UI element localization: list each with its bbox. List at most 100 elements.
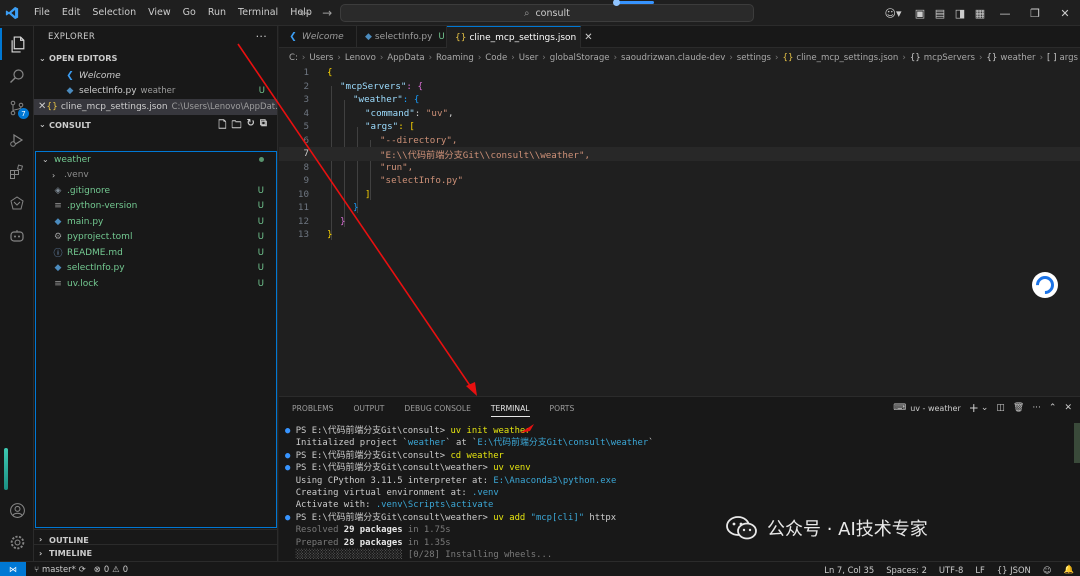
terminal-output[interactable]: ● PS E:\代码前端分支Git\consult> uv init weath… xyxy=(285,425,654,561)
minimize-icon[interactable]: — xyxy=(990,7,1020,20)
open-editor-item[interactable]: ✕ {} cline_mcp_settings.json C:\Users\Le… xyxy=(34,99,277,115)
open-editor-item[interactable]: ◆ selectInfo.py weather U xyxy=(34,84,277,100)
tree-folder[interactable]: › .venv xyxy=(36,168,276,184)
folder-header[interactable]: ⌄ CONSULT 🗋 🗀 ↻ ⧉ xyxy=(34,115,277,135)
copilot-status-icon[interactable]: ☺ xyxy=(1043,565,1052,575)
tree-item[interactable]: ⚙ pyproject.toml U xyxy=(36,230,276,246)
tree-item[interactable]: ≡ uv.lock U xyxy=(36,276,276,292)
tab-selectinfo[interactable]: ◆ selectInfo.py U xyxy=(357,26,447,48)
code-token: : [ xyxy=(398,121,415,133)
code-editor[interactable]: 1 { 2 "mcpServers": { 3 "weather": { 4 "… xyxy=(279,66,1080,396)
extensions-icon[interactable] xyxy=(0,156,34,188)
run-debug-icon[interactable] xyxy=(0,124,34,156)
problems-indicator[interactable]: ⊗ 0 ⚠ 0 xyxy=(94,564,128,574)
terminal-scrollbar[interactable] xyxy=(1074,423,1080,463)
new-terminal-icon[interactable]: + xyxy=(969,401,979,415)
manage-gear-icon[interactable] xyxy=(0,526,34,558)
menu-run[interactable]: Run xyxy=(202,0,232,26)
toggle-sidebar-icon[interactable]: ▣ xyxy=(910,7,930,20)
new-folder-icon[interactable]: 🗀 xyxy=(231,118,241,135)
close-icon[interactable]: ✕ xyxy=(38,101,46,112)
encoding[interactable]: UTF-8 xyxy=(939,565,963,575)
tree-item[interactable]: ◈ .gitignore U xyxy=(36,183,276,199)
tab-cline-mcp-settings[interactable]: {} cline_mcp_settings.json ✕ xyxy=(447,26,593,48)
indentation[interactable]: Spaces: 2 xyxy=(886,565,927,575)
breadcrumb-item[interactable]: cline_mcp_settings.json xyxy=(796,53,898,63)
more-actions-icon[interactable]: ··· xyxy=(256,30,267,43)
refresh-icon[interactable]: ↻ xyxy=(246,118,254,135)
breadcrumb-item[interactable]: args xyxy=(1059,53,1078,63)
chevron-right-icon: › xyxy=(301,52,306,63)
tree-item-label: pyproject.toml xyxy=(67,232,133,243)
breadcrumb-item[interactable]: settings xyxy=(737,53,771,63)
cursor-position[interactable]: Ln 7, Col 35 xyxy=(824,565,874,575)
tree-item[interactable]: ◆ selectInfo.py U xyxy=(36,261,276,277)
breadcrumb-item[interactable]: Users xyxy=(309,53,333,63)
menu-go[interactable]: Go xyxy=(177,0,202,26)
language-mode[interactable]: {} JSON xyxy=(997,565,1031,575)
cline-extension-icon[interactable] xyxy=(0,188,34,220)
kill-terminal-icon[interactable]: 🗑 xyxy=(1013,403,1024,413)
breadcrumb-item[interactable]: Roaming xyxy=(436,53,474,63)
tab-welcome[interactable]: ❮ Welcome xyxy=(279,26,357,48)
tree-item-label: selectInfo.py xyxy=(67,263,125,274)
command-center[interactable]: ⌕ consult xyxy=(340,4,754,22)
explorer-icon[interactable] xyxy=(0,28,34,60)
breadcrumb-item[interactable]: mcpServers xyxy=(924,53,975,63)
terminal-name[interactable]: uv - weather xyxy=(910,404,961,413)
end-of-line[interactable]: LF xyxy=(975,565,984,575)
source-control-icon[interactable]: 7 xyxy=(0,92,34,124)
accounts-icon[interactable] xyxy=(0,494,34,526)
tree-item[interactable]: ⓘ README.md U xyxy=(36,245,276,261)
tab-ports[interactable]: PORTS xyxy=(550,404,575,413)
close-tab-icon[interactable]: ✕ xyxy=(584,32,592,43)
tab-output[interactable]: OUTPUT xyxy=(353,404,384,413)
open-editor-item[interactable]: ❮ Welcome xyxy=(34,68,277,84)
maximize-panel-icon[interactable]: ⌃ xyxy=(1049,403,1057,413)
new-file-icon[interactable]: 🗋 xyxy=(218,118,226,135)
tab-terminal[interactable]: TERMINAL xyxy=(490,404,530,417)
split-terminal-icon[interactable]: ◫ xyxy=(996,403,1005,413)
modified-dot xyxy=(259,157,264,162)
breadcrumb-item[interactable]: User xyxy=(519,53,539,63)
customize-layout-icon[interactable]: ▦ xyxy=(970,7,990,20)
notifications-bell-icon[interactable]: 🔔 xyxy=(1064,564,1074,575)
array-icon: [ ] xyxy=(1047,52,1057,63)
menu-view[interactable]: View xyxy=(142,0,177,26)
menu-selection[interactable]: Selection xyxy=(86,0,142,26)
tree-folder[interactable]: ⌄ weather xyxy=(36,152,276,168)
tab-debug-console[interactable]: DEBUG CONSOLE xyxy=(404,404,471,413)
toggle-panel-icon[interactable]: ▤ xyxy=(930,7,950,20)
menu-file[interactable]: File xyxy=(28,0,56,26)
copilot-icon[interactable]: ☺▾ xyxy=(876,7,910,20)
chevron-down-icon[interactable]: ⌄ xyxy=(981,403,989,413)
search-icon[interactable] xyxy=(0,60,34,92)
breadcrumb-item[interactable]: Code xyxy=(485,53,507,63)
tree-item[interactable]: ◆ main.py U xyxy=(36,214,276,230)
open-editor-name: cline_mcp_settings.json xyxy=(60,101,168,112)
open-editors-header[interactable]: ⌄ OPEN EDITORS xyxy=(34,48,277,68)
branch-indicator[interactable]: ⑂ master* ⟳ xyxy=(34,564,86,574)
collapse-all-icon[interactable]: ⧉ xyxy=(260,118,267,135)
floating-assistant-icon[interactable] xyxy=(1032,272,1058,298)
breadcrumb-item[interactable]: C: xyxy=(289,53,298,63)
restore-icon[interactable]: ❐ xyxy=(1020,7,1050,20)
close-panel-icon[interactable]: ✕ xyxy=(1064,403,1072,413)
breadcrumb-item[interactable]: globalStorage xyxy=(550,53,610,63)
back-arrow-icon[interactable]: ← xyxy=(300,6,310,20)
breadcrumb-item[interactable]: weather xyxy=(1000,53,1035,63)
remote-icon[interactable]: ⋈ xyxy=(0,561,26,576)
tree-item[interactable]: ≡ .python-version U xyxy=(36,199,276,215)
toggle-secondary-sidebar-icon[interactable]: ◨ xyxy=(950,7,970,20)
more-actions-icon[interactable]: ··· xyxy=(1032,403,1041,413)
breadcrumb-item[interactable]: saoudrizwan.claude-dev xyxy=(621,53,725,63)
menu-terminal[interactable]: Terminal xyxy=(232,0,284,26)
forward-arrow-icon[interactable]: → xyxy=(322,6,332,20)
close-window-icon[interactable]: ✕ xyxy=(1050,7,1080,20)
menu-edit[interactable]: Edit xyxy=(56,0,86,26)
copilot-chat-icon[interactable] xyxy=(0,220,34,252)
breadcrumb-item[interactable]: Lenovo xyxy=(345,53,376,63)
tab-problems[interactable]: PROBLEMS xyxy=(292,404,333,413)
timeline-header[interactable]: › TIMELINE xyxy=(34,544,278,561)
breadcrumb-item[interactable]: AppData xyxy=(387,53,424,63)
